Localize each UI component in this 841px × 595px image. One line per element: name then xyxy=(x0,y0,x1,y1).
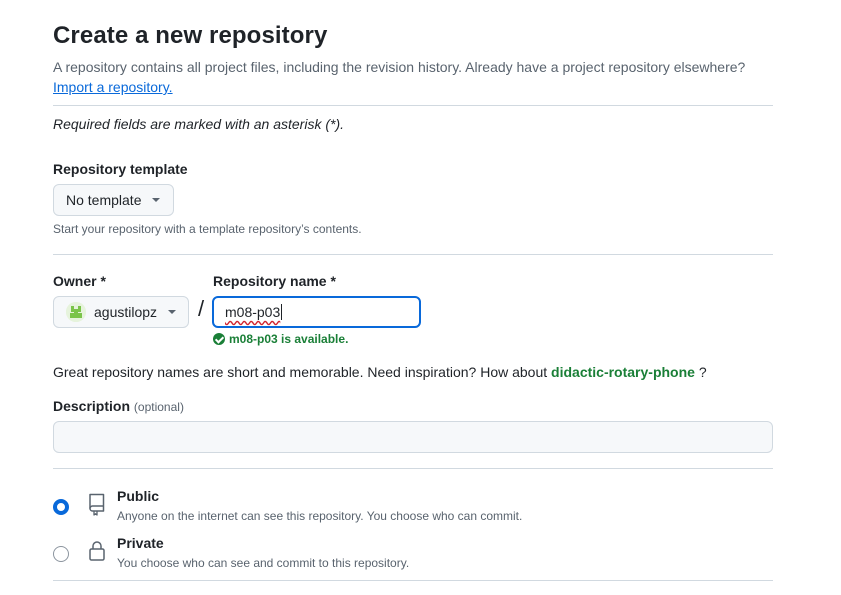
visibility-public-desc: Anyone on the internet can see this repo… xyxy=(117,509,523,523)
description-input[interactable] xyxy=(53,421,773,453)
visibility-public-title: Public xyxy=(117,488,160,504)
repo-name-value: m08-p03 xyxy=(225,304,281,320)
visibility-private-title: Private xyxy=(117,535,164,551)
divider xyxy=(53,105,773,106)
template-help: Start your repository with a template re… xyxy=(53,222,362,236)
template-dropdown[interactable]: No template xyxy=(53,184,174,216)
visibility-private-desc: You choose who can see and commit to thi… xyxy=(117,556,410,570)
required-fields-note: Required fields are marked with an aster… xyxy=(53,116,345,132)
triangle-down-icon xyxy=(168,310,177,314)
repo-name-input[interactable]: m08-p03 xyxy=(212,296,421,328)
import-repository-link[interactable]: Import a repository. xyxy=(53,79,173,95)
description-label-text: Description xyxy=(53,398,131,414)
name-inspiration: Great repository names are short and mem… xyxy=(53,364,707,380)
identicon-icon xyxy=(66,302,86,322)
intro-text: A repository contains all project files,… xyxy=(53,57,773,97)
optional-tag: (optional) xyxy=(133,400,184,414)
visibility-private-radio[interactable] xyxy=(53,546,69,562)
text-cursor xyxy=(281,304,283,320)
visibility-public-radio[interactable] xyxy=(53,499,69,515)
triangle-down-icon xyxy=(152,198,161,202)
inspiration-text: Great repository names are short and mem… xyxy=(53,364,548,380)
availability-text: m08-p03 is available. xyxy=(229,332,349,346)
repo-name-label: Repository name * xyxy=(213,273,336,289)
owner-value: agustilopz xyxy=(94,304,158,320)
divider xyxy=(53,254,773,255)
availability-status: m08-p03 is available. xyxy=(213,332,348,346)
inspiration-end: ? xyxy=(698,364,707,380)
owner-label: Owner * xyxy=(53,273,106,289)
divider xyxy=(53,468,773,469)
suggested-name-link[interactable]: didactic-rotary-phone xyxy=(551,364,695,380)
lock-icon xyxy=(87,539,107,568)
avatar xyxy=(66,302,86,322)
owner-repo-separator: / xyxy=(198,296,205,321)
description-label: Description (optional) xyxy=(53,398,184,414)
template-selected: No template xyxy=(66,192,142,208)
check-circle-icon xyxy=(213,333,225,345)
page-title: Create a new repository xyxy=(53,22,328,49)
owner-dropdown[interactable]: agustilopz xyxy=(53,296,189,328)
divider xyxy=(53,580,773,581)
intro-description: A repository contains all project files,… xyxy=(53,59,746,75)
template-label: Repository template xyxy=(53,161,188,177)
repo-icon xyxy=(87,492,107,521)
